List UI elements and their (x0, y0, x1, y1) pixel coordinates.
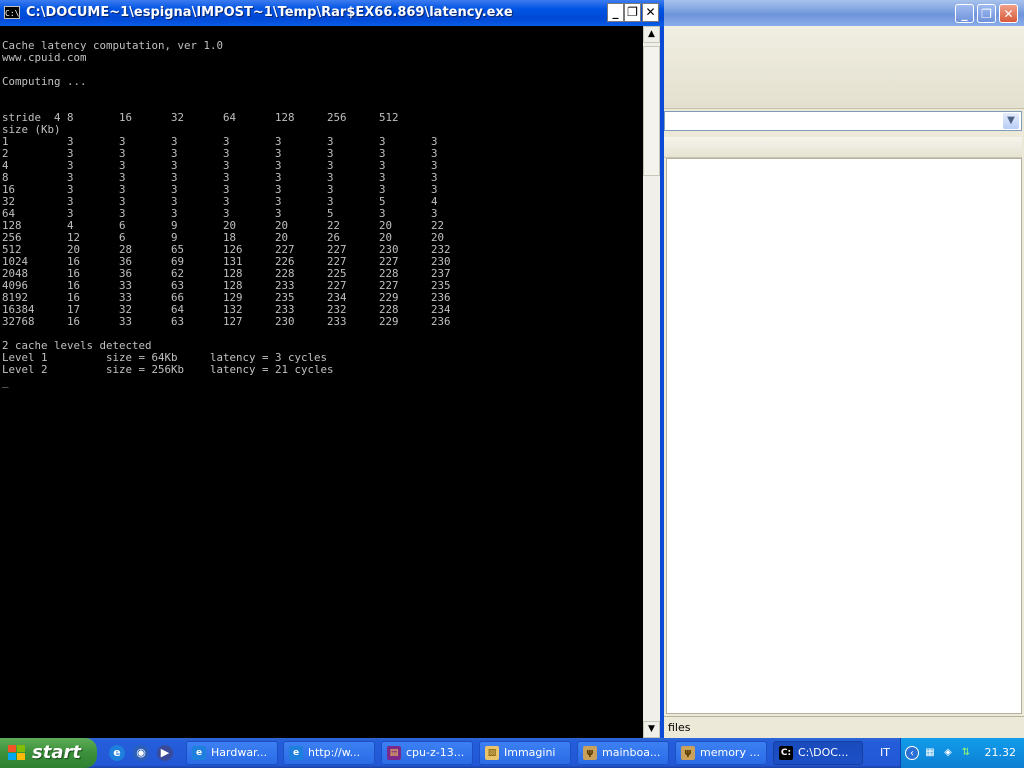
network-icon[interactable]: ▦ (923, 746, 937, 760)
status-bar: files (664, 716, 1024, 738)
stride-header-row: stride 4 8 16 32 64 128 256 512 (2, 111, 432, 124)
close-icon[interactable]: ✕ (642, 3, 659, 22)
taskbar-button-label: Immagini (504, 746, 556, 759)
minimize-icon[interactable]: _ (955, 4, 974, 23)
taskbar-button-label: C:\DOC... (798, 746, 849, 759)
chevron-down-icon[interactable]: ▼ (1003, 113, 1019, 129)
content-pane (666, 158, 1022, 714)
taskbar: start e ◉ ▶ e Hardwar... e http://w... ▤ cpu-… (0, 738, 1024, 768)
window-title: C:\DOCUME~1\espigna\IMPOST~1\Temp\Rar$EX… (26, 5, 513, 20)
internet-explorer-icon: e (192, 746, 206, 760)
vertical-scrollbar[interactable]: ▲ ▼ (643, 26, 660, 738)
background-window-titlebar[interactable]: _ ❐ ✕ (664, 0, 1024, 26)
firefox-icon[interactable]: ◉ (133, 745, 149, 761)
console-icon[interactable]: C:\ (4, 6, 20, 19)
taskbar-button[interactable]: ψ memory ... (675, 741, 767, 765)
internet-explorer-icon: e (289, 746, 303, 760)
console-icon: C: (779, 746, 793, 760)
taskbar-button-label: cpu-z-13... (406, 746, 465, 759)
app-icon: ψ (681, 746, 695, 760)
console-window: C:\ C:\DOCUME~1\espigna\IMPOST~1\Temp\Ra… (0, 0, 664, 738)
background-window-toolbar (664, 26, 1024, 109)
chevron-left-icon[interactable]: ‹ (905, 746, 919, 760)
table-row: 32768 16 33 63 127 230 233 229 236 (2, 315, 484, 328)
media-player-icon[interactable]: ▶ (157, 745, 173, 761)
console-header-line: Computing ... (2, 75, 87, 88)
taskbar-button[interactable]: ▤ cpu-z-13... (381, 741, 473, 765)
console-titlebar[interactable]: C:\ C:\DOCUME~1\espigna\IMPOST~1\Temp\Ra… (0, 0, 664, 26)
taskbar-button-label: http://w... (308, 746, 361, 759)
internet-explorer-icon[interactable]: e (109, 745, 125, 761)
console-header-line: www.cpuid.com (2, 51, 87, 64)
cache-level-row: Level 2 size = 256Kb latency = 21 cycles (2, 363, 334, 376)
taskbar-button-label: memory ... (700, 746, 760, 759)
taskbar-button[interactable]: e http://w... (283, 741, 375, 765)
taskbar-button[interactable]: C: C:\DOC... (773, 741, 863, 765)
scroll-down-icon[interactable]: ▼ (643, 721, 660, 738)
system-tray: ‹ ▦ ◈ ⇅ 21.32 (900, 738, 1024, 768)
winrar-icon: ▤ (387, 746, 401, 760)
start-button[interactable]: start (0, 738, 97, 768)
start-label: start (32, 742, 81, 763)
restore-icon[interactable]: ❐ (977, 4, 996, 23)
taskbar-button-label: mainboa... (602, 746, 661, 759)
console-output: Cache latency computation, ver 1.0 www.c… (2, 40, 483, 388)
address-bar[interactable]: ▼ (664, 111, 1022, 131)
security-icon[interactable]: ◈ (941, 746, 955, 760)
app-icon: ψ (583, 746, 597, 760)
console-output-area[interactable]: Cache latency computation, ver 1.0 www.c… (0, 26, 643, 738)
quick-launch: e ◉ ▶ (105, 738, 183, 768)
close-icon[interactable]: ✕ (999, 4, 1018, 23)
scroll-up-icon[interactable]: ▲ (643, 26, 660, 43)
taskbar-button[interactable]: e Hardwar... (186, 741, 278, 765)
list-header (664, 137, 1022, 158)
minimize-icon[interactable]: _ (607, 3, 624, 22)
background-window: _ ❐ ✕ ▼ files (664, 0, 1024, 738)
window-border (660, 26, 664, 738)
taskbar-button-label: Hardwar... (211, 746, 268, 759)
taskbar-button[interactable]: ψ mainboa... (577, 741, 669, 765)
image-folder-icon: ▧ (485, 746, 499, 760)
clock[interactable]: 21.32 (985, 738, 1017, 768)
connection-icon[interactable]: ⇅ (959, 746, 973, 760)
restore-icon[interactable]: ❐ (624, 3, 641, 22)
language-indicator[interactable]: IT (874, 738, 896, 768)
taskbar-button[interactable]: ▧ Immagini (479, 741, 571, 765)
scrollbar-thumb[interactable] (643, 46, 660, 176)
console-cursor: _ (2, 375, 9, 388)
windows-logo-icon (8, 745, 26, 761)
